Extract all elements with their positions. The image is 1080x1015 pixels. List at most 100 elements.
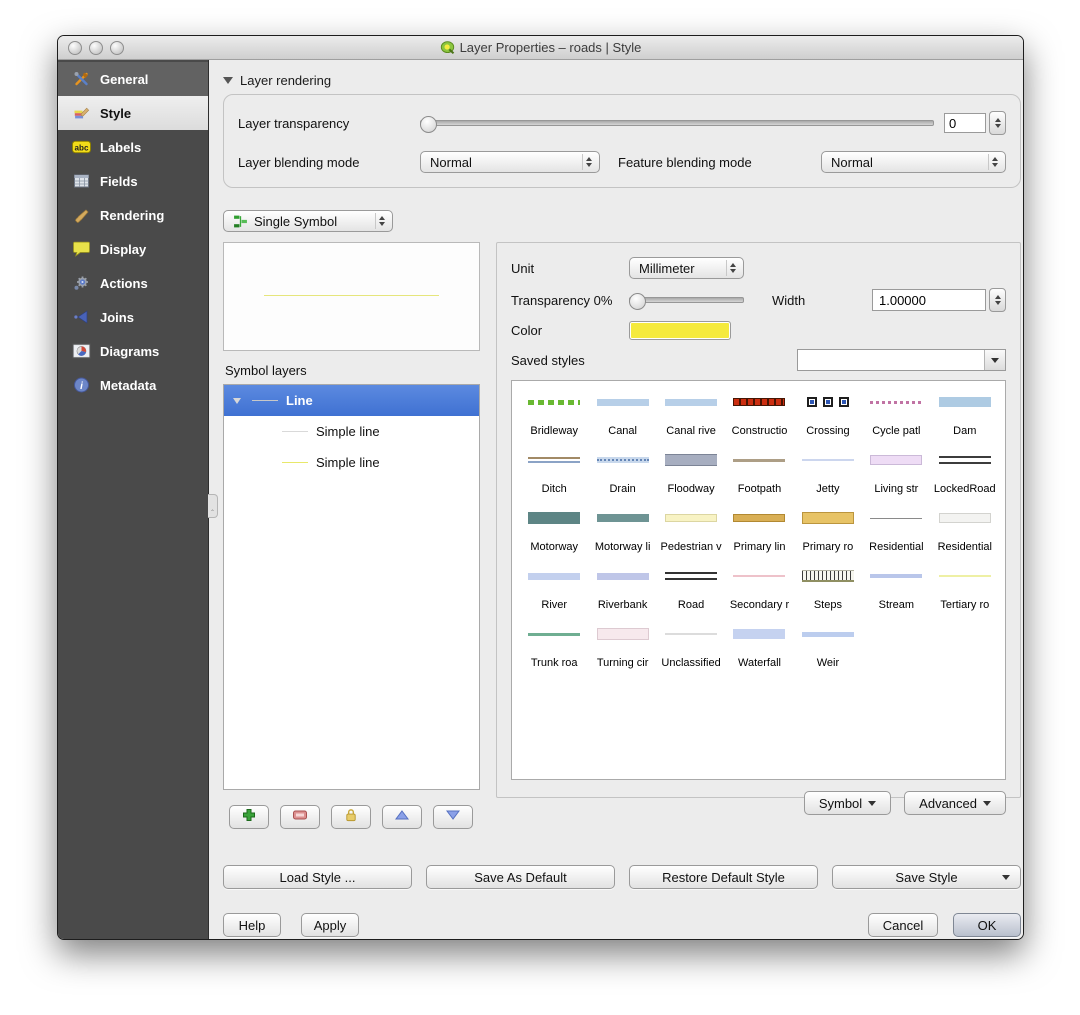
remove-layer-button[interactable] xyxy=(280,805,320,829)
saved-style-item[interactable]: Waterfall xyxy=(725,627,793,671)
saved-style-item[interactable]: Floodway xyxy=(657,453,725,497)
saved-style-item[interactable]: Drain xyxy=(588,453,656,497)
slider-thumb[interactable] xyxy=(629,292,646,310)
unit-label: Unit xyxy=(511,260,535,276)
saved-style-item[interactable]: Riverbank xyxy=(588,569,656,613)
symbol-menu-label: Symbol xyxy=(818,795,863,811)
combo-dropdown-button[interactable] xyxy=(984,350,1005,370)
layer-rendering-header[interactable]: Layer rendering xyxy=(223,73,1021,88)
style-label: Residential xyxy=(937,541,992,553)
saved-style-item[interactable]: Crossing xyxy=(794,395,862,439)
disclosure-triangle-icon[interactable] xyxy=(230,397,244,404)
color-picker-button[interactable] xyxy=(629,321,731,340)
style-label: Drain xyxy=(609,483,636,495)
saved-style-item[interactable]: Motorway xyxy=(520,511,588,555)
sidebar-item-label: Fields xyxy=(100,173,138,189)
actions-icon xyxy=(70,274,92,292)
sidebar-item-display[interactable]: Display xyxy=(58,232,208,266)
saved-style-item[interactable]: Pedestrian v xyxy=(657,511,725,555)
unit-select[interactable]: Millimeter xyxy=(629,257,744,279)
sidebar-item-style[interactable]: Style xyxy=(58,96,208,130)
layer-transparency-slider[interactable] xyxy=(420,115,934,133)
sidebar-item-rendering[interactable]: Rendering xyxy=(58,198,208,232)
sidebar-item-general[interactable]: General xyxy=(58,62,208,96)
style-swatch xyxy=(665,569,718,583)
saved-style-item[interactable]: Primary lin xyxy=(725,511,793,555)
saved-style-item[interactable]: Unclassified xyxy=(657,627,725,671)
style-label: Living str xyxy=(874,483,919,495)
saved-style-item[interactable]: Canal xyxy=(588,395,656,439)
saved-style-item[interactable]: Turning cir xyxy=(588,627,656,671)
move-down-layer-button[interactable] xyxy=(433,805,473,829)
sidebar-collapse-handle[interactable]: ‸ xyxy=(208,494,218,518)
saved-style-item[interactable]: Bridleway xyxy=(520,395,588,439)
step-up-icon xyxy=(994,295,1001,299)
save-style-button[interactable]: Save Style xyxy=(832,865,1021,889)
load-style-button[interactable]: Load Style ... xyxy=(223,865,412,889)
zoom-button[interactable] xyxy=(110,40,124,55)
saved-style-item[interactable]: Steps xyxy=(794,569,862,613)
saved-style-item[interactable]: Stream xyxy=(862,569,930,613)
svg-text:i: i xyxy=(80,381,83,392)
saved-style-item[interactable]: Trunk roa xyxy=(520,627,588,671)
saved-style-item[interactable]: Secondary r xyxy=(725,569,793,613)
saved-style-item[interactable]: Cycle patl xyxy=(862,395,930,439)
close-button[interactable] xyxy=(68,40,82,55)
sidebar-item-metadata[interactable]: i Metadata xyxy=(58,368,208,402)
symbol-type-select[interactable]: Single Symbol xyxy=(223,210,393,232)
layer-transparency-stepper[interactable] xyxy=(989,111,1006,135)
sidebar-item-fields[interactable]: Fields xyxy=(58,164,208,198)
symbol-menu-button[interactable]: Symbol xyxy=(803,791,892,815)
layer-transparency-value[interactable]: 0 xyxy=(944,113,986,133)
saved-style-item[interactable]: Primary ro xyxy=(794,511,862,555)
symbol-layer-row[interactable]: Simple line xyxy=(224,416,479,447)
sidebar-item-actions[interactable]: Actions xyxy=(58,266,208,300)
saved-style-item[interactable]: Residential xyxy=(862,511,930,555)
saved-style-item[interactable]: Canal rive xyxy=(657,395,725,439)
style-label: Crossing xyxy=(806,425,850,437)
add-layer-button[interactable] xyxy=(229,805,269,829)
style-label: Footpath xyxy=(737,483,782,495)
saved-style-item[interactable]: Footpath xyxy=(725,453,793,497)
symbol-layer-row[interactable]: Line xyxy=(224,385,479,416)
saved-style-item[interactable]: Road xyxy=(657,569,725,613)
save-as-default-button[interactable]: Save As Default xyxy=(426,865,615,889)
cancel-button[interactable]: Cancel xyxy=(868,913,938,937)
save-style-label: Save Style xyxy=(895,869,958,885)
color-label: Color xyxy=(511,323,543,338)
saved-style-item[interactable]: Ditch xyxy=(520,453,588,497)
width-stepper[interactable] xyxy=(989,288,1006,312)
saved-style-item[interactable]: Constructio xyxy=(725,395,793,439)
rendering-icon xyxy=(70,206,92,224)
saved-style-item[interactable]: LockedRoad xyxy=(931,453,999,497)
desktop: Layer Properties – roads | Style General… xyxy=(0,0,1080,1015)
saved-style-item[interactable]: Jetty xyxy=(794,453,862,497)
ok-button[interactable]: OK xyxy=(953,913,1021,937)
saved-styles-combo[interactable] xyxy=(797,349,1006,371)
saved-style-item[interactable]: Living str xyxy=(862,453,930,497)
apply-button[interactable]: Apply xyxy=(301,913,359,937)
sidebar-item-labels[interactable]: abc Labels xyxy=(58,130,208,164)
minimize-button[interactable] xyxy=(89,40,103,55)
advanced-menu-button[interactable]: Advanced xyxy=(904,791,1006,815)
symbol-layer-row[interactable]: Simple line xyxy=(224,447,479,478)
sidebar-item-joins[interactable]: Joins xyxy=(58,300,208,334)
style-label: Waterfall xyxy=(737,657,781,669)
saved-style-item[interactable]: River xyxy=(520,569,588,613)
slider-thumb[interactable] xyxy=(420,115,437,133)
lock-layer-button[interactable] xyxy=(331,805,371,829)
sidebar-item-diagrams[interactable]: Diagrams xyxy=(58,334,208,368)
symbol-transparency-slider[interactable] xyxy=(629,292,744,310)
layer-blending-select[interactable]: Normal xyxy=(420,151,600,173)
restore-default-style-button[interactable]: Restore Default Style xyxy=(629,865,818,889)
step-up-icon xyxy=(994,118,1001,122)
saved-style-item[interactable]: Tertiary ro xyxy=(931,569,999,613)
saved-style-item[interactable]: Motorway li xyxy=(588,511,656,555)
move-up-layer-button[interactable] xyxy=(382,805,422,829)
saved-style-item[interactable]: Residential xyxy=(931,511,999,555)
feature-blending-select[interactable]: Normal xyxy=(821,151,1006,173)
help-button[interactable]: Help xyxy=(223,913,281,937)
saved-style-item[interactable]: Dam xyxy=(931,395,999,439)
width-value[interactable]: 1.00000 xyxy=(872,289,986,311)
saved-style-item[interactable]: Weir xyxy=(794,627,862,671)
